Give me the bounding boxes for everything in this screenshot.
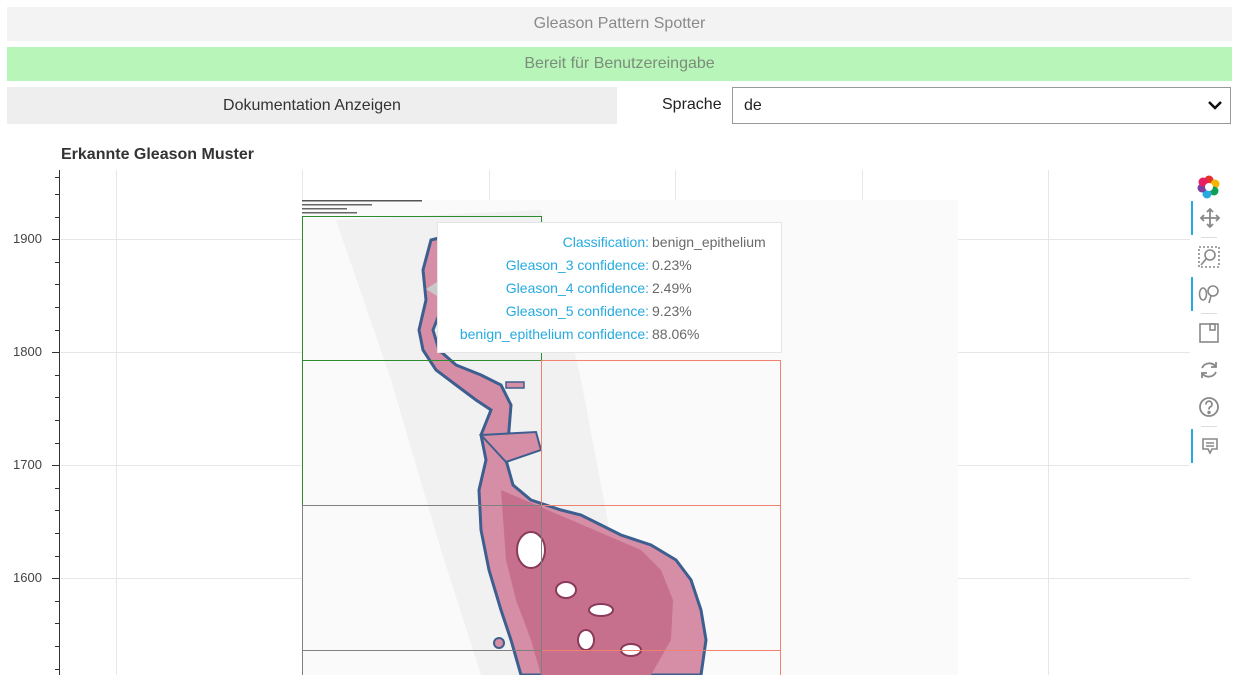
tooltip-row: benign_epithelium confidence: 88.06% (438, 326, 783, 342)
app-title-bar: Gleason Pattern Spotter (7, 7, 1232, 41)
tile-benign-2[interactable] (302, 360, 542, 506)
language-select[interactable]: de (732, 87, 1231, 124)
pan-icon[interactable] (1191, 201, 1227, 235)
y-axis (59, 170, 60, 675)
hover-tooltip: Classification: benign_epithelium Gleaso… (437, 222, 782, 353)
status-text: Bereit für Benutzereingabe (524, 55, 715, 72)
y-tick-label: 1600 (13, 570, 42, 585)
language-select-value: de (744, 96, 762, 114)
y-tick-label: 1700 (13, 457, 42, 472)
tooltip-row: Classification: benign_epithelium (438, 234, 783, 250)
bokeh-logo-icon[interactable] (1191, 170, 1227, 204)
tooltip-key: benign_epithelium confidence: (459, 326, 649, 342)
tooltip-value: 2.49% (652, 280, 692, 296)
app-title: Gleason Pattern Spotter (533, 15, 706, 32)
tile-other-1[interactable] (302, 505, 542, 651)
box-zoom-icon[interactable] (1191, 240, 1227, 274)
tile-gleason-2[interactable] (541, 505, 781, 651)
tooltip-arrow (426, 282, 437, 296)
tooltip-value: benign_epithelium (652, 234, 766, 250)
tooltip-key: Gleason_4 confidence: (505, 280, 649, 296)
y-tick-label: 1900 (13, 231, 42, 246)
save-icon[interactable] (1191, 316, 1227, 350)
language-label: Sprache (662, 96, 722, 113)
tooltip-value: 0.23% (652, 257, 692, 273)
help-icon[interactable] (1191, 390, 1227, 424)
plot-title: Erkannte Gleason Muster (61, 146, 254, 163)
tooltip-row: Gleason_3 confidence: 0.23% (438, 257, 783, 273)
tile-gleason-3[interactable] (541, 650, 781, 675)
tooltip-row: Gleason_4 confidence: 2.49% (438, 280, 783, 296)
tooltip-row: Gleason_5 confidence: 9.23% (438, 303, 783, 319)
status-bar: Bereit für Benutzereingabe (7, 47, 1232, 81)
y-tick-label: 1800 (13, 344, 42, 359)
wheel-zoom-icon[interactable] (1191, 277, 1227, 311)
tile-gleason-1[interactable] (541, 360, 781, 506)
tooltip-value: 88.06% (652, 326, 700, 342)
tooltip-key: Gleason_5 confidence: (505, 303, 649, 319)
chevron-down-icon (1208, 101, 1222, 110)
tile-other-2[interactable] (302, 650, 542, 675)
slide-label-text-graphic (302, 200, 422, 214)
reset-icon[interactable] (1191, 353, 1227, 387)
tooltip-key: Gleason_3 confidence: (505, 257, 649, 273)
show-documentation-button[interactable]: Dokumentation Anzeigen (7, 87, 617, 124)
tooltip-value: 9.23% (652, 303, 692, 319)
hover-icon[interactable] (1191, 429, 1227, 463)
tooltip-key: Classification: (562, 234, 649, 250)
plot-toolbar (1191, 170, 1231, 470)
